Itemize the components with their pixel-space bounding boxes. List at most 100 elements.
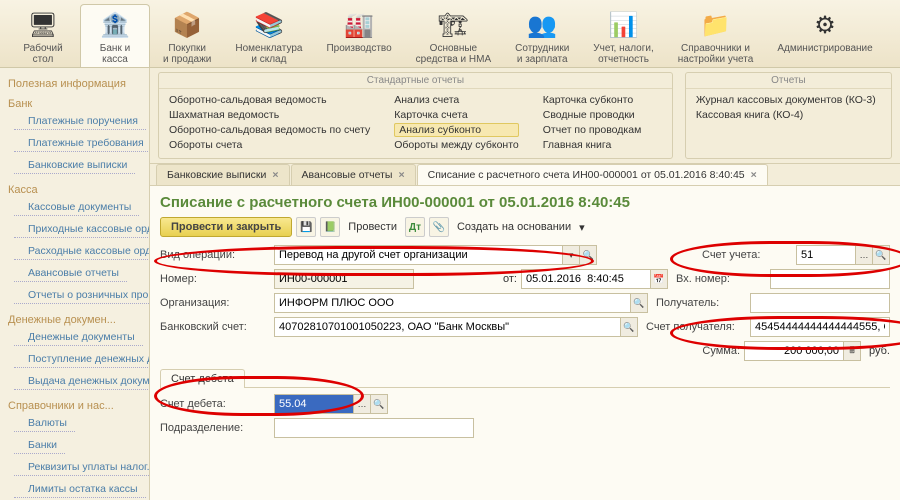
sidebar: Полезная информацияБанкПлатежные поручен…: [0, 68, 150, 500]
ribbon-production[interactable]: 🏭Производство: [315, 4, 402, 67]
ribbon-admin[interactable]: ⚙Администрирование: [766, 4, 883, 67]
create-based-button[interactable]: Создать на основании: [453, 221, 575, 233]
ribbon-label: Учет, налоги,отчетность: [593, 43, 653, 65]
search-icon[interactable]: 🔍: [630, 293, 648, 313]
ribbon-employees[interactable]: 👥Сотрудникии зарплата: [504, 4, 580, 67]
recipient-acc-label: Счет получателя:: [646, 321, 746, 333]
ribbon-accounting[interactable]: 📊Учет, налоги,отчетность: [582, 4, 664, 67]
dropdown-icon[interactable]: ▾: [562, 245, 580, 265]
sidebar-link[interactable]: Расходные кассовые орд...: [14, 243, 150, 260]
purchases-icon: 📦: [171, 9, 203, 41]
recipient-acc-input[interactable]: [750, 317, 890, 337]
search-icon[interactable]: 🔍: [620, 317, 638, 337]
number-label: Номер:: [160, 273, 270, 285]
recipient-input[interactable]: [750, 293, 890, 313]
search-icon[interactable]: 🔍: [370, 394, 388, 414]
account-input[interactable]: [796, 245, 856, 265]
debit-label: Счет дебета:: [160, 398, 270, 410]
post-and-close-button[interactable]: Провести и закрыть: [160, 217, 292, 237]
references-icon: 📁: [700, 9, 732, 41]
save-icon[interactable]: 💾: [296, 217, 316, 237]
sidebar-link[interactable]: Выдача денежных докум...: [14, 373, 150, 390]
ribbon-label: Номенклатураи склад: [235, 43, 302, 65]
report-link[interactable]: Журнал кассовых документов (КО-3): [696, 93, 876, 107]
report-link[interactable]: Карточка счета: [394, 108, 519, 122]
date-input[interactable]: [521, 269, 651, 289]
sidebar-link[interactable]: Отчеты о розничных про...: [14, 287, 150, 304]
post-button[interactable]: Провести: [344, 221, 401, 233]
ribbon-label: Основныесредства и НМА: [416, 43, 491, 65]
document-tabs: Банковские выписки×Авансовые отчеты×Спис…: [150, 164, 900, 186]
document-tab[interactable]: Авансовые отчеты ×: [291, 164, 416, 185]
ribbon-desktop[interactable]: 🖥Рабочийстол: [8, 4, 78, 67]
production-icon: 🏭: [343, 9, 375, 41]
recipient-label: Получатель:: [656, 297, 746, 309]
calculator-icon[interactable]: 🖩: [843, 341, 861, 361]
post-icon[interactable]: 📗: [320, 217, 340, 237]
document-tab[interactable]: Банковские выписки×: [156, 164, 290, 185]
report-link[interactable]: Оборотно-сальдовая ведомость по счету: [169, 123, 370, 137]
number-input[interactable]: [274, 269, 414, 289]
report-link[interactable]: Обороты счета: [169, 138, 370, 152]
report-link[interactable]: Сводные проводки: [543, 108, 642, 122]
ribbon-stock[interactable]: 📚Номенклатураи склад: [224, 4, 313, 67]
sub-tab-debit[interactable]: Счет дебета: [160, 369, 245, 388]
dropdown-icon[interactable]: ▾: [579, 221, 585, 234]
ribbon-bank-cash[interactable]: 🏦Банк икасса: [80, 4, 150, 67]
in-number-input[interactable]: [770, 269, 890, 289]
assets-icon: 🏗: [437, 9, 469, 41]
sub-tabs: Счет дебета: [160, 369, 890, 388]
close-icon[interactable]: ×: [272, 169, 278, 181]
sidebar-link[interactable]: Банки: [14, 437, 65, 454]
operation-input[interactable]: [274, 245, 563, 265]
sidebar-link[interactable]: Приходные кассовые орд...: [14, 221, 150, 238]
sidebar-link[interactable]: Лимиты остатка кассы: [14, 481, 146, 498]
ribbon-references[interactable]: 📁Справочники инастройки учета: [667, 4, 765, 67]
sidebar-group-header: Касса: [0, 178, 149, 198]
report-link[interactable]: Шахматная ведомость: [169, 108, 370, 122]
search-icon[interactable]: 🔍: [872, 245, 890, 265]
report-link[interactable]: Анализ субконто: [394, 123, 519, 137]
ribbon-purchases[interactable]: 📦Покупкии продажи: [152, 4, 222, 67]
report-link[interactable]: Главная книга: [543, 138, 642, 152]
ellipsis-icon[interactable]: …: [855, 245, 873, 265]
sidebar-link[interactable]: Платежные требования: [14, 135, 150, 152]
sidebar-link[interactable]: Поступление денежных д...: [14, 351, 150, 368]
report-link[interactable]: Карточка субконто: [543, 93, 642, 107]
tab-label: Авансовые отчеты: [302, 169, 393, 181]
org-input[interactable]: [274, 293, 631, 313]
bank-acc-input[interactable]: [274, 317, 621, 337]
document-tab[interactable]: Списание с расчетного счета ИН00-000001 …: [417, 164, 768, 185]
content-area: Стандартные отчеты Оборотно-сальдовая ве…: [150, 68, 900, 500]
subdiv-input[interactable]: [274, 418, 474, 438]
sidebar-link[interactable]: Платежные поручения: [14, 113, 146, 130]
ribbon-assets[interactable]: 🏗Основныесредства и НМА: [405, 4, 502, 67]
standard-reports-title: Стандартные отчеты: [159, 73, 672, 89]
report-link[interactable]: Кассовая книга (КО-4): [696, 108, 876, 122]
sidebar-group-header: Денежные докумен...: [0, 308, 149, 328]
close-icon[interactable]: ×: [398, 169, 404, 181]
sidebar-link[interactable]: Банковские выписки: [14, 157, 135, 174]
report-link[interactable]: Анализ счета: [394, 93, 519, 107]
sidebar-link[interactable]: Авансовые отчеты: [14, 265, 127, 282]
ellipsis-icon[interactable]: …: [353, 394, 371, 414]
employees-icon: 👥: [526, 9, 558, 41]
search-icon[interactable]: 🔍: [579, 245, 597, 265]
close-icon[interactable]: ×: [751, 169, 757, 181]
calendar-icon[interactable]: 📅: [650, 269, 668, 289]
report-link[interactable]: Обороты между субконто: [394, 138, 519, 152]
dt-kt-icon[interactable]: Дт: [405, 217, 425, 237]
sidebar-link[interactable]: Валюты: [14, 415, 75, 432]
ribbon-label: Покупкии продажи: [163, 43, 211, 65]
report-link[interactable]: Оборотно-сальдовая ведомость: [169, 93, 370, 107]
sidebar-link[interactable]: Денежные документы: [14, 329, 143, 346]
sidebar-link[interactable]: Реквизиты уплаты налог...: [14, 459, 150, 476]
accounting-icon: 📊: [608, 9, 640, 41]
sum-input[interactable]: [744, 341, 844, 361]
debit-input[interactable]: [274, 394, 354, 414]
attach-icon[interactable]: 📎: [429, 217, 449, 237]
sidebar-link[interactable]: Кассовые документы: [14, 199, 139, 216]
report-link[interactable]: Отчет по проводкам: [543, 123, 642, 137]
sum-label: Сумма:: [650, 345, 740, 357]
ribbon-label: Банк икасса: [100, 43, 130, 65]
